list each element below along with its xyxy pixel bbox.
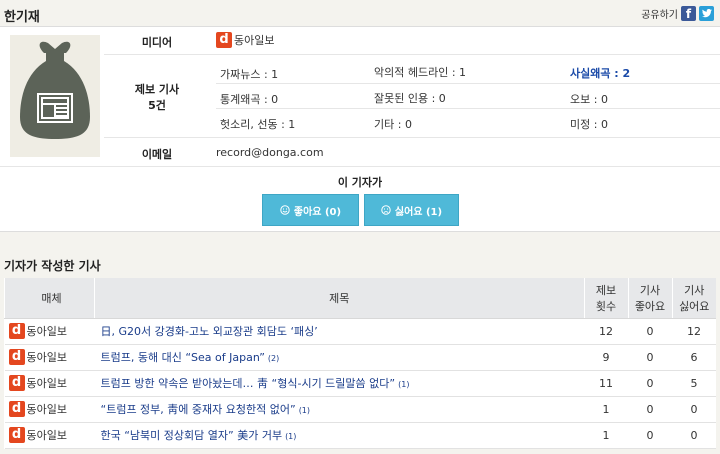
row-dislikes: 5 <box>672 370 716 397</box>
row-media[interactable]: d 동아일보 <box>4 396 95 423</box>
row-title[interactable]: 트럼프, 동해 대신 “Sea of Japan” (2) <box>94 344 584 371</box>
row-comment-count: (1) <box>285 432 297 441</box>
row-media-name: 동아일보 <box>26 377 67 390</box>
row-reports: 12 <box>584 318 628 345</box>
category-undecided: 미정 : 0 <box>570 118 608 131</box>
table-row: d 동아일보 트럼프, 동해 대신 “Sea of Japan” (2) 9 0 6 <box>4 344 716 371</box>
row-media-name: 동아일보 <box>26 403 67 416</box>
row-title-text: 트럼프, 동해 대신 “Sea of Japan” <box>100 351 265 364</box>
donga-logo-icon: d <box>8 375 25 391</box>
header-dislikes: 기사 싫어요 <box>671 278 716 319</box>
category-fake-news: 가짜뉴스 : 1 <box>220 68 279 81</box>
row-media[interactable]: d 동아일보 <box>4 370 95 397</box>
header-media: 매체 <box>4 278 95 319</box>
table-row: d 동아일보 “트럼프 정부, 靑에 중재자 요청한적 없어” (1) 1 0 0 <box>4 396 716 423</box>
like-button[interactable]: 좋아요 (0) <box>262 194 359 226</box>
row-title[interactable]: 트럼프 방한 약속은 받아놨는데… 靑 “형식-시기 드릴말씀 없다” (1) <box>94 370 584 397</box>
news-bag-icon <box>20 41 90 139</box>
media-label: 미디어 <box>141 36 173 49</box>
reporter-name: 한기재 <box>4 10 40 25</box>
row-title[interactable]: 日, G20서 강경화-고노 외교장관 회담도 ‘패싱’ <box>94 318 584 345</box>
donga-logo-icon: d <box>8 427 25 443</box>
table-header-row: 매체 제목 제보 횟수 기사 좋아요 기사 싫어요 <box>4 278 716 319</box>
media-name: 동아일보 <box>234 34 275 47</box>
row-title-text: 트럼프 방한 약속은 받아놨는데… 靑 “형식-시기 드릴말씀 없다” <box>100 377 396 390</box>
dislike-button[interactable]: 싫어요 (1) <box>364 194 459 226</box>
articles-title: 기자가 작성한 기사 <box>4 259 101 273</box>
header-reports: 제보 횟수 <box>583 278 628 319</box>
row-title[interactable]: 한국 “남북미 정상회담 열자” 美가 거부 (1) <box>94 422 584 449</box>
row-dislikes: 12 <box>672 318 716 345</box>
category-malicious-headline: 악의적 헤드라인 : 1 <box>374 66 467 79</box>
row-title-text: 日, G20서 강경화-고노 외교장관 회담도 ‘패싱’ <box>100 325 318 338</box>
row-media[interactable]: d 동아일보 <box>4 344 95 371</box>
donga-logo-icon: d <box>8 349 25 365</box>
category-stat-distortion: 통계왜곡 : 0 <box>220 93 279 106</box>
row-reports: 11 <box>584 370 628 397</box>
row-likes: 0 <box>628 344 672 371</box>
row-media-name: 동아일보 <box>26 351 67 364</box>
header-likes: 기사 좋아요 <box>627 278 672 319</box>
share-label: 공유하기 <box>641 10 678 21</box>
avatar <box>10 35 100 157</box>
row-reports: 1 <box>584 422 628 449</box>
table-row: d 동아일보 트럼프 방한 약속은 받아놨는데… 靑 “형식-시기 드릴말씀 없다… <box>4 370 716 397</box>
row-media[interactable]: d 동아일보 <box>4 422 95 449</box>
divider <box>104 137 720 138</box>
donga-logo-icon: d <box>8 401 25 417</box>
donga-logo-icon: d <box>216 32 232 48</box>
row-dislikes: 0 <box>672 422 716 449</box>
donga-logo-icon: d <box>8 323 25 339</box>
reporter-card: 미디어 d 동아일보 제보 기사 5건 가짜뉴스 : 1 악의적 헤드라인 : 1… <box>0 26 720 232</box>
category-misreport: 오보 : 0 <box>570 93 608 106</box>
category-nonsense: 헛소리, 선동 : 1 <box>220 118 296 131</box>
row-likes: 0 <box>628 396 672 423</box>
row-likes: 0 <box>628 370 672 397</box>
row-media-name: 동아일보 <box>26 429 67 442</box>
report-count: 5건 <box>148 99 166 112</box>
divider <box>216 108 720 109</box>
smile-icon <box>280 205 290 215</box>
row-dislikes: 0 <box>672 396 716 423</box>
row-title-text: “트럼프 정부, 靑에 중재자 요청한적 없어” <box>100 403 296 416</box>
report-label: 제보 기사 <box>134 83 180 96</box>
row-likes: 0 <box>628 318 672 345</box>
row-reports: 9 <box>584 344 628 371</box>
row-title[interactable]: “트럼프 정부, 靑에 중재자 요청한적 없어” (1) <box>94 396 584 423</box>
media-value[interactable]: d 동아일보 <box>216 32 274 48</box>
facebook-icon[interactable]: f <box>681 6 696 21</box>
divider <box>104 54 720 55</box>
twitter-icon[interactable] <box>699 6 714 21</box>
category-fact-distortion: 사실왜곡 : 2 <box>570 67 631 80</box>
dislike-label: 싫어요 (1) <box>394 206 443 218</box>
row-media[interactable]: d 동아일보 <box>4 318 95 345</box>
row-likes: 0 <box>628 422 672 449</box>
row-title-text: 한국 “남북미 정상회담 열자” 美가 거부 <box>100 429 283 442</box>
row-media-name: 동아일보 <box>26 325 67 338</box>
like-label: 좋아요 (0) <box>293 206 342 218</box>
frown-icon <box>381 205 391 215</box>
category-misquote: 잘못된 인용 : 0 <box>374 92 446 105</box>
row-dislikes: 6 <box>672 344 716 371</box>
vote-title: 이 기자가 <box>337 176 383 189</box>
email-value[interactable]: record@donga.com <box>216 146 324 159</box>
email-label: 이메일 <box>141 148 173 161</box>
articles-table: 매체 제목 제보 횟수 기사 좋아요 기사 싫어요 d 동아일보 日, G20서 … <box>4 278 716 449</box>
share-area: 공유하기 f <box>641 6 714 21</box>
divider <box>216 83 720 84</box>
category-etc: 기타 : 0 <box>374 118 412 131</box>
row-comment-count: (1) <box>398 380 410 389</box>
divider <box>0 166 720 167</box>
table-row: d 동아일보 日, G20서 강경화-고노 외교장관 회담도 ‘패싱’ 12 0 … <box>4 318 716 345</box>
header-title: 제목 <box>94 278 584 319</box>
row-comment-count: (2) <box>267 354 280 363</box>
row-comment-count: (1) <box>298 406 311 415</box>
row-reports: 1 <box>584 396 628 423</box>
table-row: d 동아일보 한국 “남북미 정상회담 열자” 美가 거부 (1) 1 0 0 <box>4 422 716 449</box>
